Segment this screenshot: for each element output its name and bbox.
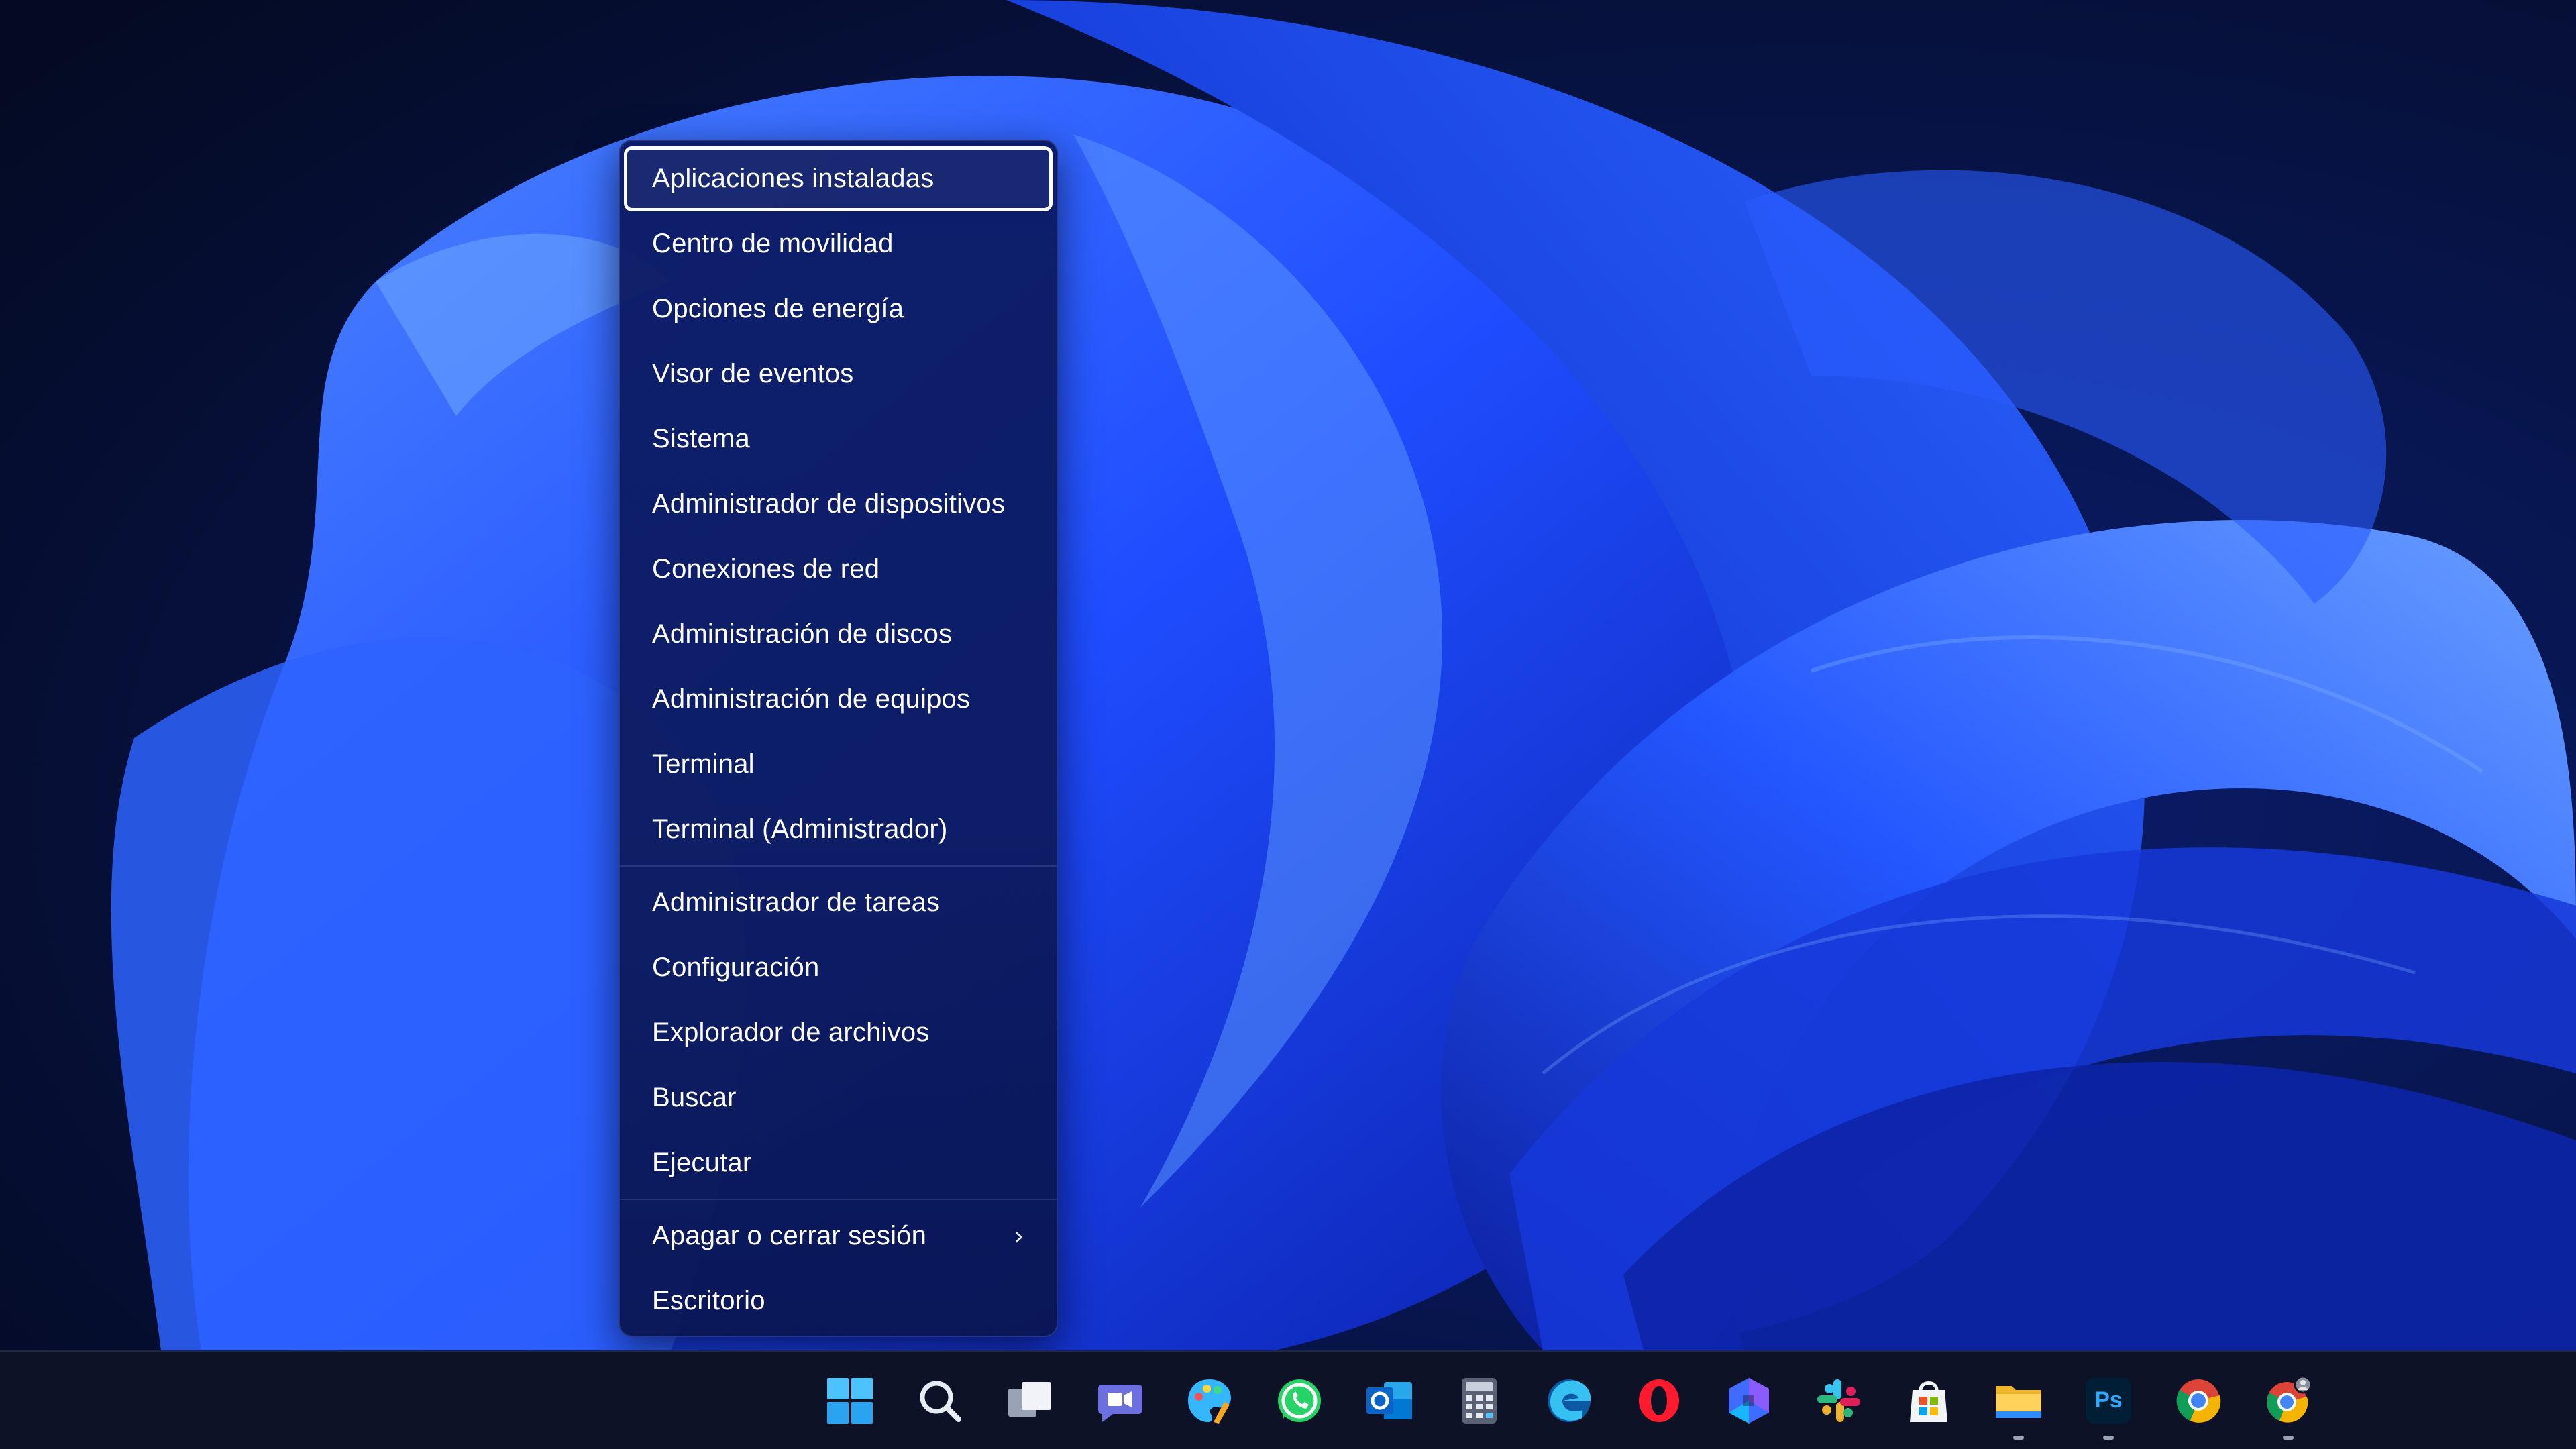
menu-item-label: Escritorio xyxy=(652,1286,765,1316)
taskbar: Ps xyxy=(0,1350,2576,1449)
file-explorer-icon xyxy=(1993,1375,2044,1426)
taskbar-button-paint[interactable] xyxy=(1165,1352,1254,1449)
calculator-icon xyxy=(1454,1375,1505,1426)
taskbar-button-slack[interactable] xyxy=(1794,1352,1884,1449)
outlook-icon xyxy=(1364,1375,1415,1426)
start-windows-icon xyxy=(824,1375,875,1426)
winx-context-menu: Aplicaciones instaladas Centro de movilid… xyxy=(619,140,1058,1337)
teams-chat-icon xyxy=(1094,1375,1145,1426)
taskbar-button-teams-chat[interactable] xyxy=(1075,1352,1165,1449)
menu-item-sistema[interactable]: Sistema xyxy=(624,407,1053,472)
taskbar-button-microsoft-store[interactable] xyxy=(1884,1352,1974,1449)
copilot-icon xyxy=(1723,1375,1774,1426)
menu-item-configuracion[interactable]: Configuración xyxy=(624,935,1053,1000)
menu-item-label: Sistema xyxy=(652,424,750,453)
taskbar-button-chrome[interactable] xyxy=(2153,1352,2243,1449)
menu-item-terminal-administrador[interactable]: Terminal (Administrador) xyxy=(624,797,1053,862)
taskbar-button-calculator[interactable] xyxy=(1434,1352,1524,1449)
menu-item-ejecutar[interactable]: Ejecutar xyxy=(624,1130,1053,1195)
chrome-profile-icon xyxy=(2263,1375,2314,1426)
menu-separator xyxy=(620,1199,1057,1200)
menu-item-label: Administración de discos xyxy=(652,619,953,649)
taskbar-button-file-explorer[interactable] xyxy=(1974,1352,2063,1449)
chrome-icon xyxy=(2173,1375,2224,1426)
menu-item-label: Conexiones de red xyxy=(652,554,880,584)
menu-item-label: Administrador de tareas xyxy=(652,888,941,917)
menu-item-administracion-de-equipos[interactable]: Administración de equipos xyxy=(624,667,1053,732)
photoshop-icon-text: Ps xyxy=(2094,1387,2123,1413)
menu-item-label: Configuración xyxy=(652,953,820,982)
taskbar-button-whatsapp[interactable] xyxy=(1254,1352,1344,1449)
menu-item-label: Administrador de dispositivos xyxy=(652,489,1006,519)
menu-item-administrador-de-dispositivos[interactable]: Administrador de dispositivos xyxy=(624,472,1053,537)
menu-item-label: Terminal (Administrador) xyxy=(652,814,948,844)
menu-item-label: Opciones de energía xyxy=(652,294,904,323)
menu-item-buscar[interactable]: Buscar xyxy=(624,1065,1053,1130)
menu-item-terminal[interactable]: Terminal xyxy=(624,732,1053,797)
microsoft-store-icon xyxy=(1903,1375,1954,1426)
running-indicator xyxy=(2103,1436,2114,1440)
taskbar-button-outlook[interactable] xyxy=(1344,1352,1434,1449)
taskbar-button-edge[interactable] xyxy=(1524,1352,1614,1449)
taskbar-button-start-windows[interactable] xyxy=(805,1352,895,1449)
paint-icon xyxy=(1184,1375,1235,1426)
menu-item-label: Visor de eventos xyxy=(652,359,854,388)
menu-item-conexiones-de-red[interactable]: Conexiones de red xyxy=(624,537,1053,602)
menu-item-administracion-de-discos[interactable]: Administración de discos xyxy=(624,602,1053,667)
menu-item-label: Explorador de archivos xyxy=(652,1018,930,1047)
taskbar-icons: Ps xyxy=(805,1352,2333,1449)
menu-item-label: Centro de movilidad xyxy=(652,229,894,258)
menu-item-aplicaciones-instaladas[interactable]: Aplicaciones instaladas xyxy=(624,146,1053,211)
menu-item-centro-de-movilidad[interactable]: Centro de movilidad xyxy=(624,211,1053,276)
menu-item-administrador-de-tareas[interactable]: Administrador de tareas xyxy=(624,870,1053,935)
menu-item-label: Ejecutar xyxy=(652,1148,752,1177)
photoshop-icon: Ps xyxy=(2083,1375,2134,1426)
desktop-wallpaper xyxy=(0,0,2576,1350)
running-indicator xyxy=(2283,1436,2294,1440)
slack-icon xyxy=(1813,1375,1864,1426)
taskbar-button-search[interactable] xyxy=(895,1352,985,1449)
task-view-icon xyxy=(1004,1375,1055,1426)
running-indicator xyxy=(2013,1436,2024,1440)
menu-item-label: Aplicaciones instaladas xyxy=(652,164,934,193)
search-icon xyxy=(914,1375,965,1426)
taskbar-button-opera[interactable] xyxy=(1614,1352,1704,1449)
edge-icon xyxy=(1544,1375,1595,1426)
taskbar-button-copilot[interactable] xyxy=(1704,1352,1794,1449)
chevron-right-icon: › xyxy=(1013,1220,1024,1252)
menu-item-apagar-o-cerrar-sesion[interactable]: Apagar o cerrar sesión › xyxy=(624,1203,1053,1269)
menu-item-visor-de-eventos[interactable]: Visor de eventos xyxy=(624,341,1053,407)
menu-item-explorador-de-archivos[interactable]: Explorador de archivos xyxy=(624,1000,1053,1065)
whatsapp-icon xyxy=(1274,1375,1325,1426)
menu-item-label: Buscar xyxy=(652,1083,737,1112)
menu-item-escritorio[interactable]: Escritorio xyxy=(624,1269,1053,1334)
taskbar-button-task-view[interactable] xyxy=(985,1352,1075,1449)
menu-separator xyxy=(620,865,1057,867)
menu-item-label: Terminal xyxy=(652,749,755,779)
menu-item-opciones-de-energia[interactable]: Opciones de energía xyxy=(624,276,1053,341)
menu-item-label: Administración de equipos xyxy=(652,684,971,714)
taskbar-button-photoshop[interactable]: Ps xyxy=(2063,1352,2153,1449)
taskbar-button-chrome-profile[interactable] xyxy=(2243,1352,2333,1449)
menu-item-label: Apagar o cerrar sesión xyxy=(652,1221,927,1250)
opera-icon xyxy=(1633,1375,1684,1426)
